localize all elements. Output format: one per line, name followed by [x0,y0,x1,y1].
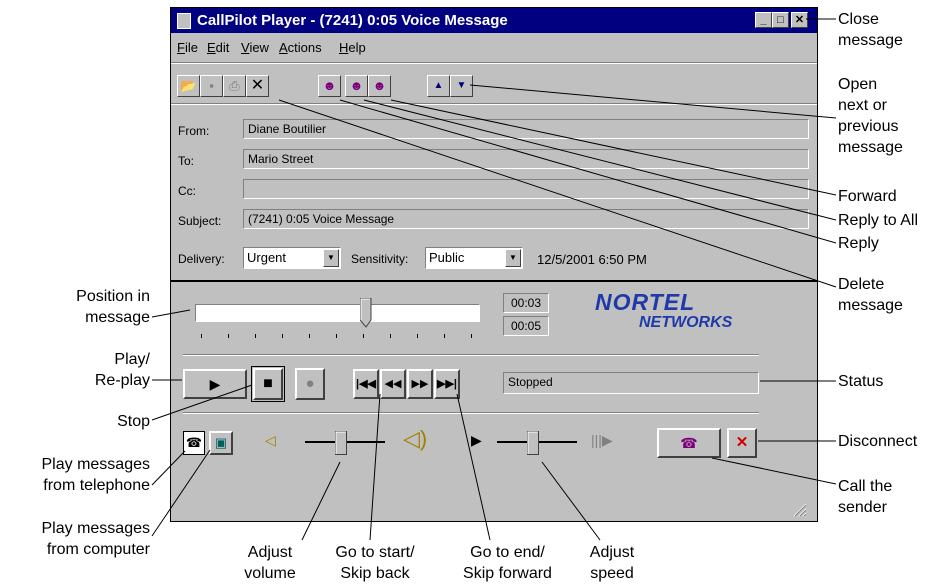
annotation-status: Status [838,373,884,390]
annotation-line: Re-play [94,372,150,389]
annotation-line: from telephone [43,477,150,494]
annotation-line: message [838,32,903,49]
annotation-line: Adjust [589,544,635,561]
annotation-adjust-speed: Adjust speed [580,542,644,584]
annotation-line: Close [838,11,879,28]
annotation-play-from-telephone: Play messages from telephone [0,454,151,496]
annotation-line: volume [244,565,296,582]
annotation-call-the-sender: Call the sender [838,476,892,518]
annotation-disconnect: Disconnect [838,433,918,450]
annotation-play-replay: Play/ Re-play [20,349,150,391]
annotation-line: Adjust [247,544,293,561]
annotation-line: message [85,309,150,326]
annotation-line: speed [590,565,634,582]
annotation-play-from-computer: Play messages from computer [0,518,151,560]
annotation-line: message [838,139,903,156]
annotation-line: Position in [76,288,150,305]
annotation-stop: Stop [117,413,150,430]
annotation-delete-message: Delete message [838,274,903,316]
annotation-line: Skip back [340,565,410,582]
annotation-reply-to-all: Reply to All [838,212,919,229]
annotation-line: from computer [46,541,150,558]
annotation-line: Skip forward [463,565,552,582]
annotation-position-in-message: Position in message [20,286,150,328]
annotation-line: Call the [838,478,893,495]
annotation-line: Go to end/ [470,544,545,561]
annotation-reply: Reply [838,235,879,252]
annotation-open-next-previous: Open next or previous message [838,74,903,158]
annotation-go-to-end: Go to end/ Skip forward [450,542,565,584]
annotation-adjust-volume: Adjust volume [230,542,310,584]
annotation-line: Delete [838,276,885,293]
annotation-forward: Forward [838,188,897,205]
annotation-go-to-start: Go to start/ Skip back [320,542,430,584]
annotation-close-message: Close message [838,9,903,51]
annotation-line: sender [838,499,887,516]
annotation-line: Play/ [114,351,150,368]
annotation-line: previous [838,118,899,135]
annotation-line: Play messages [41,520,151,537]
annotation-line: message [838,297,903,314]
annotation-line: Go to start/ [335,544,415,561]
annotation-line: next or [838,97,887,114]
annotation-line: Open [838,76,878,93]
annotation-line: Play messages [41,456,151,473]
